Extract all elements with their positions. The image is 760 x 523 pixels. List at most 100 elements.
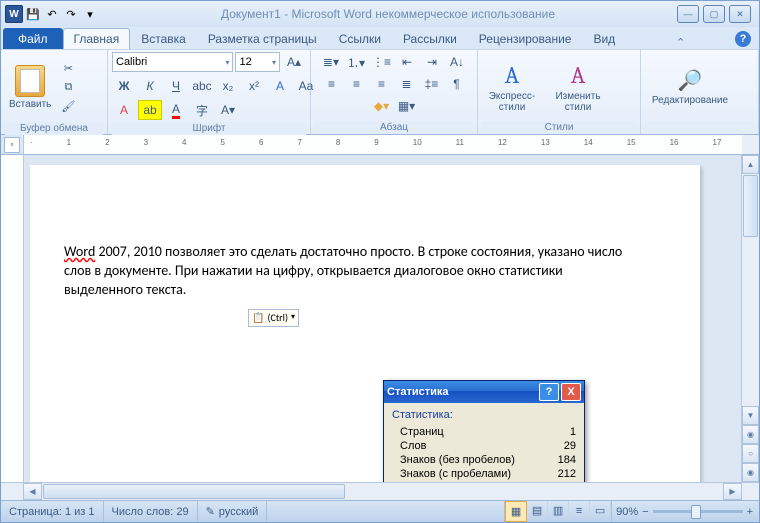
zoom-level[interactable]: 90% <box>616 506 638 518</box>
shrink-font-icon[interactable]: A▾ <box>216 100 240 120</box>
zoom-in-icon[interactable]: + <box>747 506 753 518</box>
hscroll-right-icon[interactable]: ▶ <box>723 483 742 500</box>
statusbar: Страница: 1 из 1 Число слов: 29 ✎русский… <box>1 500 759 522</box>
prev-page-icon[interactable]: ◉ <box>742 425 759 444</box>
fullscreen-reading-icon[interactable]: ▤ <box>527 501 548 520</box>
page[interactable]: Word 2007, 2010 позволяет это сделать до… <box>30 165 700 482</box>
editing-button[interactable]: 🔎 Редактирование <box>645 68 735 106</box>
vertical-scrollbar[interactable]: ▲ ▼ ◉ ○ ◉ <box>741 155 759 482</box>
justify-icon[interactable]: ≣ <box>395 74 419 94</box>
body-text[interactable]: 2007, 2010 позволяет это сделать достато… <box>64 243 622 298</box>
highlight-icon[interactable]: ab <box>138 100 162 120</box>
group-styles: A Экспресс-стили A Изменить стили Стили <box>478 50 641 134</box>
stat-key: Слов <box>400 440 546 452</box>
maximize-button[interactable]: ▢ <box>703 5 725 23</box>
outline-icon[interactable]: ≡ <box>569 501 590 520</box>
borders-icon[interactable]: ▦▾ <box>395 96 419 116</box>
titlebar: W 💾 ↶ ↷ ▾ Документ1 - Microsoft Word нек… <box>1 1 759 27</box>
scroll-down-icon[interactable]: ▼ <box>742 406 759 425</box>
quick-access-toolbar: W 💾 ↶ ↷ ▾ <box>5 5 99 23</box>
increase-indent-icon[interactable]: ⇥ <box>420 52 444 72</box>
decrease-indent-icon[interactable]: ⇤ <box>395 52 419 72</box>
undo-icon[interactable]: ↶ <box>43 5 61 23</box>
grow-font-icon[interactable]: A▴ <box>282 52 306 72</box>
web-layout-icon[interactable]: ▥ <box>548 501 569 520</box>
align-center-icon[interactable]: ≡ <box>345 74 369 94</box>
tab-insert[interactable]: Вставка <box>130 28 197 49</box>
dialog-help-icon[interactable]: ? <box>539 383 559 401</box>
minimize-ribbon-icon[interactable]: ⌃ <box>676 36 685 49</box>
cut-icon[interactable]: ✂ <box>59 60 77 76</box>
help-icon[interactable]: ? <box>735 31 751 47</box>
bold-button[interactable]: Ж <box>112 76 136 96</box>
multilevel-icon[interactable]: ⋮≡ <box>369 52 394 72</box>
clear-formatting-icon[interactable]: A <box>112 100 136 120</box>
numbering-icon[interactable]: ⒈▾ <box>344 52 368 72</box>
italic-button[interactable]: К <box>138 76 162 96</box>
ribbon-tabs: Файл Главная Вставка Разметка страницы С… <box>1 27 759 49</box>
redo-icon[interactable]: ↷ <box>62 5 80 23</box>
clipboard-small-icon: 📋 <box>252 311 264 325</box>
ruler-toggle[interactable] <box>742 135 759 154</box>
dialog-close-icon[interactable]: X <box>561 383 581 401</box>
subscript-button[interactable]: x₂ <box>216 76 240 96</box>
qat-customize-icon[interactable]: ▾ <box>81 5 99 23</box>
paste-button[interactable]: Вставить <box>5 52 55 122</box>
tab-view[interactable]: Вид <box>582 28 626 49</box>
word-icon[interactable]: W <box>5 5 23 23</box>
align-right-icon[interactable]: ≡ <box>370 74 394 94</box>
dialog-title: Статистика <box>387 386 449 398</box>
group-clipboard: Вставить ✂ ⧉ 🖌 Буфер обмена <box>1 50 108 134</box>
strike-button[interactable]: abc <box>190 76 214 96</box>
horizontal-ruler[interactable]: ·123456789101112131415161718 <box>24 135 742 154</box>
line-spacing-icon[interactable]: ‡≡ <box>420 74 444 94</box>
spellcheck-word[interactable]: Word <box>64 243 95 260</box>
bullets-icon[interactable]: ≣▾ <box>319 52 343 72</box>
status-page[interactable]: Страница: 1 из 1 <box>1 501 104 522</box>
zoom-slider[interactable] <box>653 510 743 513</box>
group-font: Calibri▾ 12▾ A▴ Ж К Ч abc x₂ x² A Aa A a… <box>108 50 311 134</box>
change-styles-button[interactable]: A Изменить стили <box>548 61 608 113</box>
group-label-paragraph: Абзац <box>315 121 473 134</box>
tab-file[interactable]: Файл <box>3 28 63 49</box>
underline-button[interactable]: Ч <box>164 76 188 96</box>
shading-icon[interactable]: ◆▾ <box>370 96 394 116</box>
dialog-titlebar[interactable]: Статистика ? X <box>384 381 584 403</box>
status-word-count[interactable]: Число слов: 29 <box>104 501 198 522</box>
font-color-icon[interactable]: A <box>164 100 188 120</box>
font-size-combo[interactable]: 12▾ <box>235 52 280 72</box>
ruler-corner[interactable]: ▫ <box>1 135 24 154</box>
superscript-button[interactable]: x² <box>242 76 266 96</box>
align-left-icon[interactable]: ≡ <box>320 74 344 94</box>
save-icon[interactable]: 💾 <box>24 5 42 23</box>
vertical-ruler[interactable] <box>1 155 24 482</box>
tab-references[interactable]: Ссылки <box>328 28 392 49</box>
copy-icon[interactable]: ⧉ <box>59 79 77 95</box>
next-page-icon[interactable]: ◉ <box>742 463 759 482</box>
quick-styles-button[interactable]: A Экспресс-стили <box>482 61 542 113</box>
format-painter-icon[interactable]: 🖌 <box>59 98 77 114</box>
hscroll-left-icon[interactable]: ◀ <box>23 483 42 500</box>
close-button[interactable]: ✕ <box>729 5 751 23</box>
minimize-button[interactable]: — <box>677 5 699 23</box>
sort-icon[interactable]: A↓ <box>445 52 469 72</box>
tab-layout[interactable]: Разметка страницы <box>197 28 328 49</box>
status-language[interactable]: ✎русский <box>198 501 268 522</box>
draft-icon[interactable]: ▭ <box>590 501 611 520</box>
paste-options-tag[interactable]: 📋 (Ctrl)▾ <box>248 309 299 327</box>
print-layout-icon[interactable]: ▦ <box>505 501 527 522</box>
browse-object-icon[interactable]: ○ <box>742 444 759 463</box>
scroll-up-icon[interactable]: ▲ <box>742 155 759 174</box>
tab-mailings[interactable]: Рассылки <box>392 28 468 49</box>
tab-home[interactable]: Главная <box>63 28 131 49</box>
font-name-combo[interactable]: Calibri▾ <box>112 52 233 72</box>
text-effects-icon[interactable]: A <box>268 76 292 96</box>
enclosed-char-icon[interactable]: 字 <box>190 100 214 120</box>
tab-review[interactable]: Рецензирование <box>468 28 583 49</box>
show-marks-icon[interactable]: ¶ <box>445 74 469 94</box>
horizontal-scrollbar[interactable]: ◀ ▶ <box>1 482 759 500</box>
hscroll-thumb[interactable] <box>43 484 345 499</box>
zoom-out-icon[interactable]: − <box>642 506 648 518</box>
group-label-font: Шрифт <box>112 122 306 135</box>
scroll-thumb[interactable] <box>743 175 758 237</box>
